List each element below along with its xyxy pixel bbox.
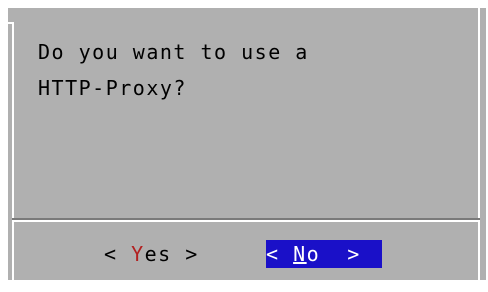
dialog-bevel-bottom xyxy=(12,280,480,282)
no-button-close-bracket: > xyxy=(320,242,361,266)
yes-button-hotkey: Y xyxy=(131,242,145,266)
yes-button[interactable]: < Yes > xyxy=(104,240,199,268)
dialog-message: Do you want to use a HTTP-Proxy? xyxy=(38,34,309,106)
button-area-divider-highlight xyxy=(12,220,480,222)
yes-button-open-bracket: < xyxy=(104,242,132,266)
no-button[interactable]: < No > xyxy=(266,240,382,268)
no-button-open-bracket: < xyxy=(266,242,294,266)
dialog-bevel-left xyxy=(12,22,14,280)
no-button-label-rest: o xyxy=(306,242,321,266)
dialog-bevel-right xyxy=(478,8,480,282)
no-button-hotkey: N xyxy=(293,242,307,266)
yes-button-label-rest: es xyxy=(144,242,172,266)
yes-button-close-bracket: > xyxy=(171,242,199,266)
dialog-message-line-1: Do you want to use a xyxy=(38,40,309,64)
dialog-message-line-2: HTTP-Proxy? xyxy=(38,76,187,100)
